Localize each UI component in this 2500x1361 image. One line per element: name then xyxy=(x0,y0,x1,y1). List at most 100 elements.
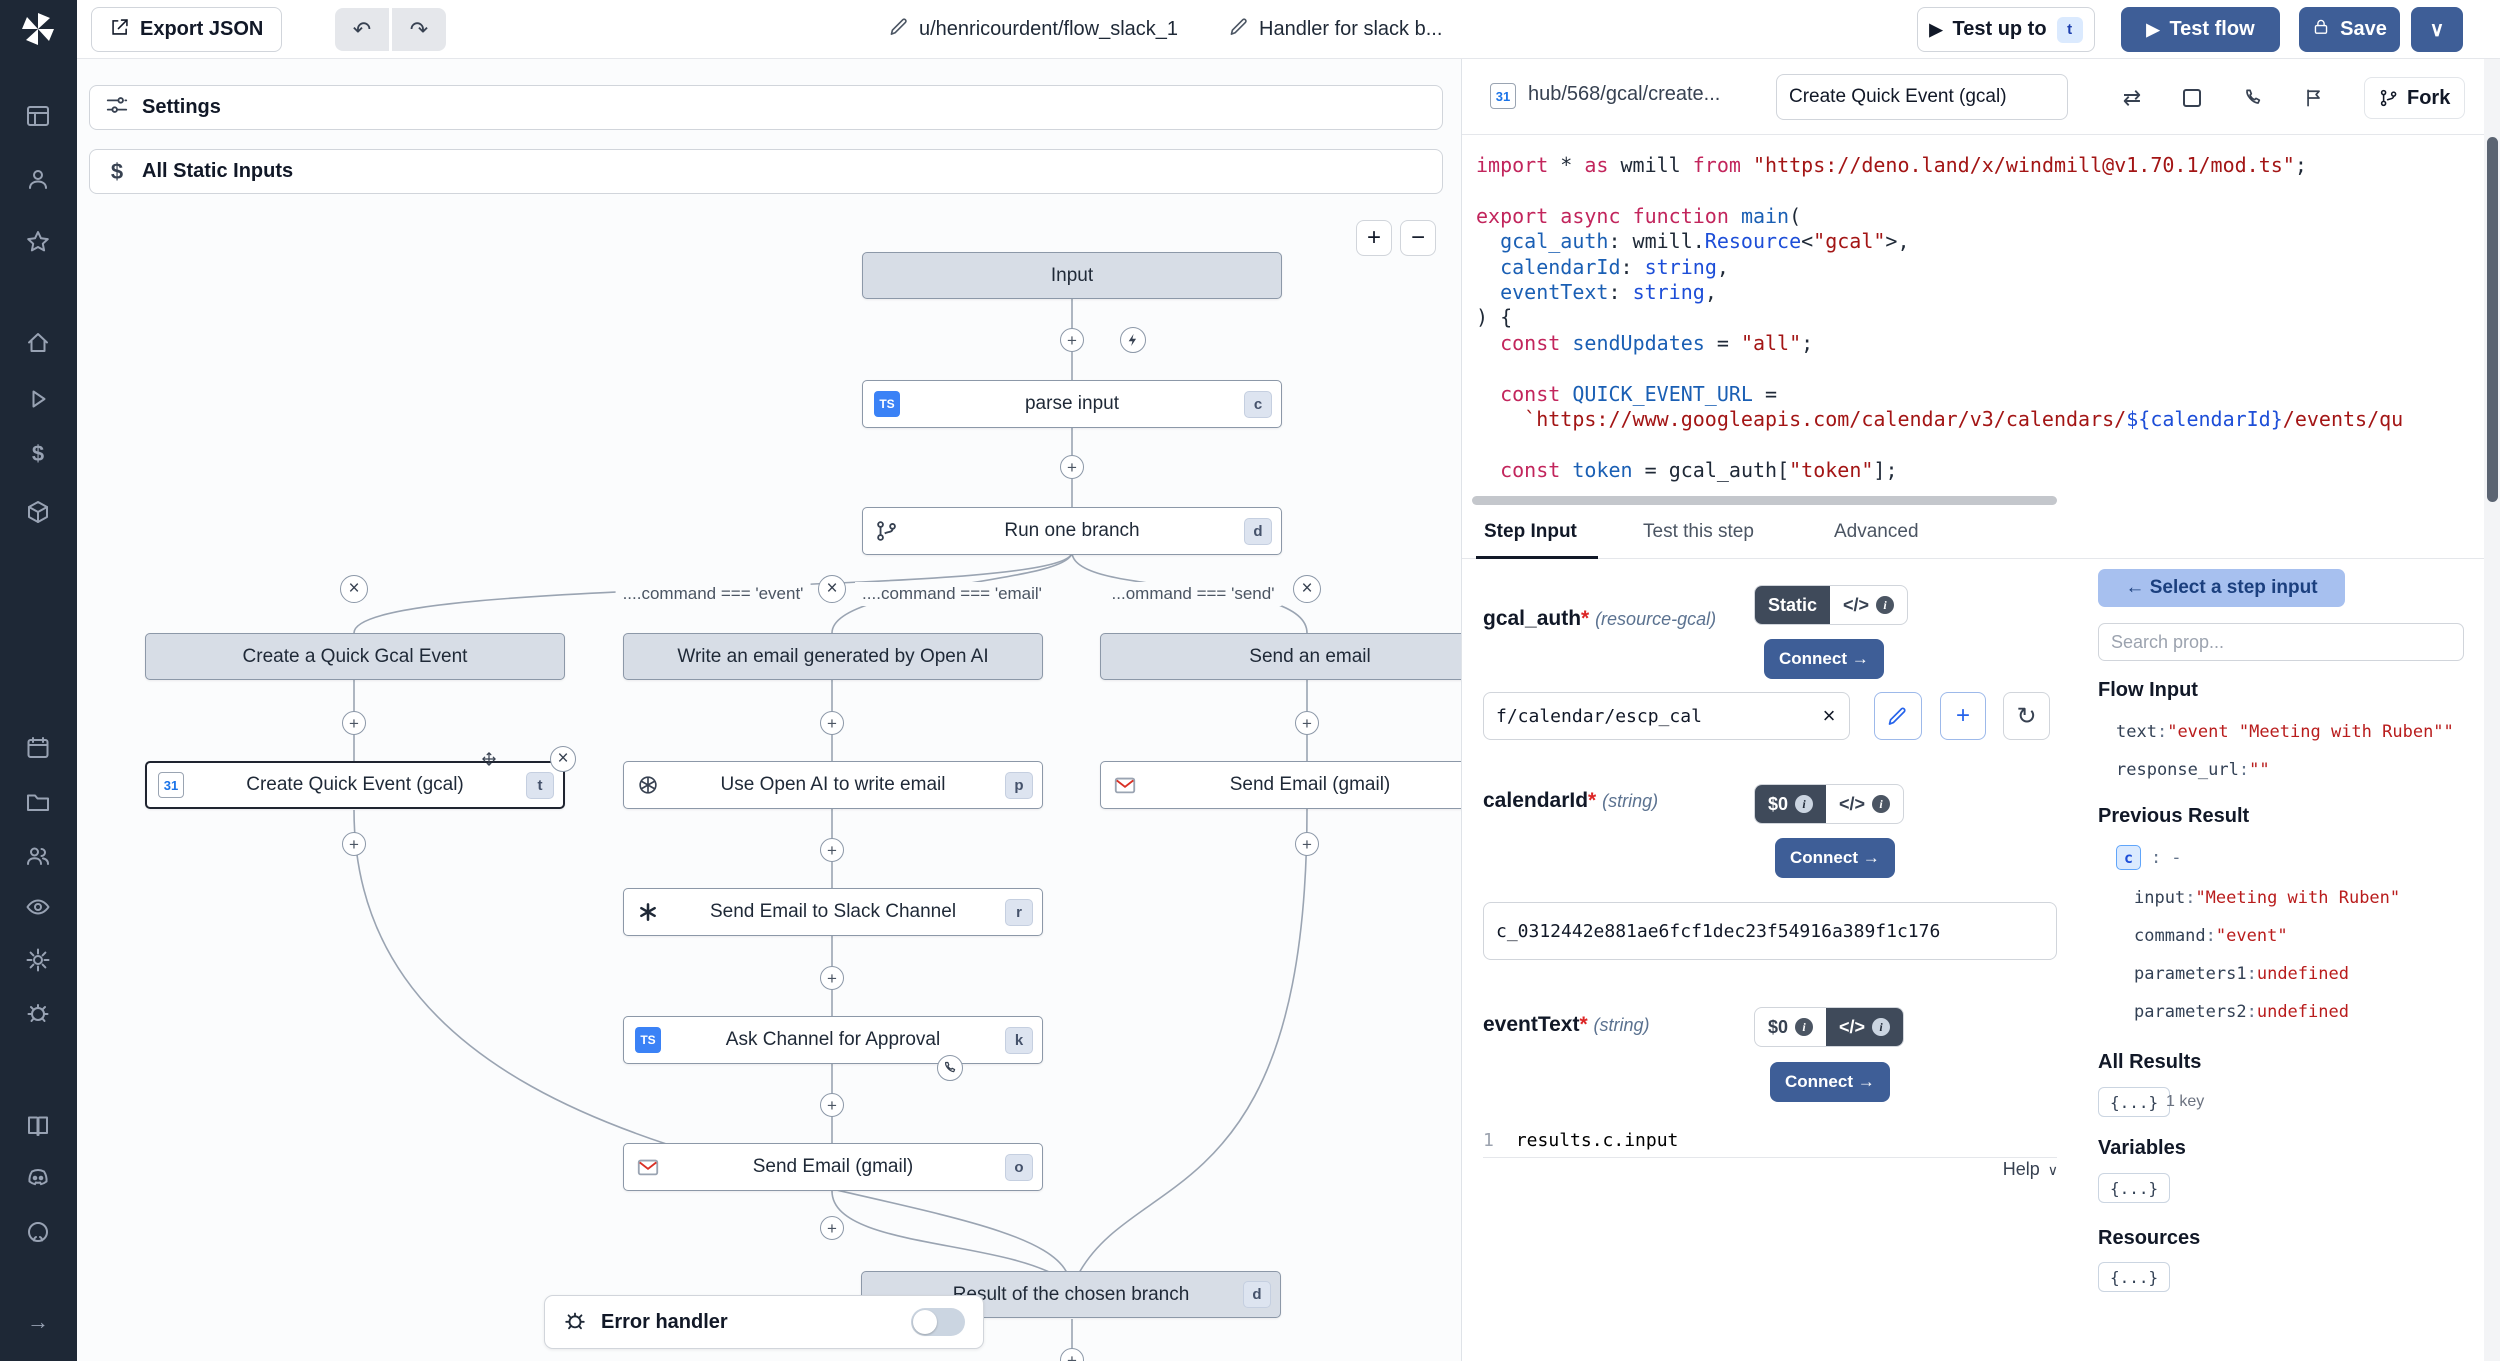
export-json-button[interactable]: Export JSON xyxy=(91,7,282,52)
flow-path-group[interactable]: u/henricourdent/flow_slack_1 xyxy=(889,0,1178,59)
user-icon[interactable] xyxy=(25,166,51,192)
suspend-phone-icon[interactable] xyxy=(937,1055,963,1081)
expr-mode-pill[interactable]: </>i xyxy=(1830,586,1907,624)
node-create-quick-event[interactable]: 31 Create Quick Event (gcal) t xyxy=(145,761,565,809)
remove-branch-1-button[interactable]: × xyxy=(340,575,368,603)
node-run-one-branch[interactable]: Run one branch d xyxy=(862,507,1282,555)
all-static-inputs-bar[interactable]: $ All Static Inputs xyxy=(89,149,1443,194)
add-step-button[interactable]: + xyxy=(342,711,366,735)
add-resource-button[interactable]: + xyxy=(1940,692,1986,740)
discord-icon[interactable] xyxy=(25,1165,51,1191)
tab-test-this-step[interactable]: Test this step xyxy=(1643,521,1754,543)
windmill-logo-icon[interactable] xyxy=(18,9,58,49)
remove-branch-3-button[interactable]: × xyxy=(1293,575,1321,603)
prop-row[interactable]: input : "Meeting with Ruben" xyxy=(2134,879,2400,917)
test-flow-button[interactable]: ▶ Test flow xyxy=(2121,7,2280,52)
gcal-auth-resource-input[interactable] xyxy=(1483,692,1850,740)
star-icon[interactable] xyxy=(25,229,51,255)
add-step-button[interactable]: + xyxy=(1295,711,1319,735)
undo-button[interactable]: ↶ xyxy=(335,8,389,51)
select-step-input-button[interactable]: ← Select a step input xyxy=(2098,569,2345,607)
prop-search-input[interactable] xyxy=(2098,623,2464,661)
node-send-email-slack[interactable]: Send Email to Slack Channel r xyxy=(623,888,1043,936)
node-openai-write-email[interactable]: Use Open AI to write email p xyxy=(623,761,1043,809)
schedules-calendar-icon[interactable] xyxy=(25,735,51,761)
flow-summary-group[interactable]: Handler for slack b... xyxy=(1229,0,1442,59)
save-dropdown-button[interactable]: ∨ xyxy=(2411,7,2463,52)
apps-grid-icon[interactable] xyxy=(25,103,51,129)
collapse-toggle[interactable]: - xyxy=(2171,848,2181,868)
zoom-out-button[interactable]: − xyxy=(1400,220,1436,256)
tab-advanced[interactable]: Advanced xyxy=(1834,521,1919,543)
event-text-expression-editor[interactable]: 1 results.c.input xyxy=(1483,1124,2057,1158)
static-mode-pill[interactable]: $0i xyxy=(1755,785,1826,823)
prop-row[interactable]: text : "event "Meeting with Ruben"" xyxy=(2116,713,2454,751)
phone-suspend-icon[interactable] xyxy=(2233,78,2273,118)
expr-mode-pill[interactable]: </>i xyxy=(1826,785,1903,823)
swap-icon[interactable]: ⇄ xyxy=(2112,78,2152,118)
node-flow-input[interactable]: Input xyxy=(862,252,1282,299)
docs-book-icon[interactable] xyxy=(25,1113,51,1139)
connect-event-text-button[interactable]: Connect → xyxy=(1770,1062,1890,1102)
resources-cube-icon[interactable] xyxy=(25,499,51,525)
add-step-button[interactable]: + xyxy=(820,1093,844,1117)
github-icon[interactable] xyxy=(25,1219,51,1245)
expand-editor-icon[interactable] xyxy=(2172,78,2212,118)
add-step-button[interactable]: + xyxy=(820,966,844,990)
code-horizontal-scrollbar[interactable] xyxy=(1472,496,2057,505)
variables-object-button[interactable]: {...} xyxy=(2098,1173,2170,1203)
folders-icon[interactable] xyxy=(25,789,51,815)
connect-calendar-id-button[interactable]: Connect → xyxy=(1775,838,1895,878)
add-step-button[interactable]: + xyxy=(820,1216,844,1240)
prop-row[interactable]: response_url : "" xyxy=(2116,751,2454,789)
add-step-button[interactable]: + xyxy=(820,711,844,735)
error-handler-toggle[interactable] xyxy=(911,1308,965,1336)
step-name-input[interactable] xyxy=(1776,74,2068,120)
node-send-email-gmail[interactable]: Send Email (gmail) o xyxy=(623,1143,1043,1191)
add-step-button[interactable]: + xyxy=(820,838,844,862)
redo-button[interactable]: ↷ xyxy=(392,8,446,51)
hub-script-path[interactable]: hub/568/gcal/create... xyxy=(1528,83,1720,106)
prop-row[interactable]: parameters2 : undefined xyxy=(2134,993,2400,1031)
expr-mode-pill[interactable]: </>i xyxy=(1826,1008,1903,1046)
resources-object-button[interactable]: {...} xyxy=(2098,1262,2170,1292)
node-send-email-gmail-3[interactable]: Send Email (gmail) xyxy=(1100,761,1461,809)
edit-resource-button[interactable] xyxy=(1874,692,1922,740)
node-branch2-header[interactable]: Write an email generated by Open AI xyxy=(623,633,1043,680)
node-branch1-header[interactable]: Create a Quick Gcal Event xyxy=(145,633,565,680)
add-step-button[interactable]: + xyxy=(1060,328,1084,352)
code-editor[interactable]: import * as wmill from "https://deno.lan… xyxy=(1476,153,2472,497)
add-step-button[interactable]: + xyxy=(1295,832,1319,856)
expand-sidebar-arrow-icon[interactable]: → xyxy=(25,1309,51,1335)
settings-gear-icon[interactable] xyxy=(25,947,51,973)
node-parse-input[interactable]: TS parse input c xyxy=(862,380,1282,428)
fork-button[interactable]: Fork xyxy=(2364,77,2465,119)
remove-branch-2-button[interactable]: × xyxy=(818,575,846,603)
static-mode-pill[interactable]: $0i xyxy=(1755,1008,1826,1046)
node-branch3-header[interactable]: Send an email xyxy=(1100,633,1461,680)
all-results-object-button[interactable]: {...} xyxy=(2098,1087,2170,1117)
runs-play-icon[interactable] xyxy=(25,386,51,412)
flow-canvas[interactable]: Settings $ All Static Inputs + − Input T… xyxy=(77,59,1461,1361)
connect-gcal-auth-button[interactable]: Connect → xyxy=(1764,639,1884,679)
add-step-button[interactable]: + xyxy=(342,832,366,856)
home-icon[interactable] xyxy=(25,330,51,356)
tab-step-input[interactable]: Step Input xyxy=(1484,521,1577,543)
groups-users-icon[interactable] xyxy=(25,843,51,869)
workers-bug-icon[interactable] xyxy=(25,999,51,1025)
refresh-resource-button[interactable]: ↻ xyxy=(2003,692,2050,740)
prop-row[interactable]: command : "event" xyxy=(2134,917,2400,955)
prop-row[interactable]: parameters1 : undefined xyxy=(2134,955,2400,993)
clear-resource-icon[interactable]: × xyxy=(1814,701,1844,731)
previous-step-badge-row[interactable]: c : - xyxy=(2116,845,2182,870)
add-step-button[interactable]: + xyxy=(1060,455,1084,479)
static-mode-pill[interactable]: Static xyxy=(1755,586,1830,624)
flag-icon[interactable] xyxy=(2294,78,2334,118)
trigger-bolt-icon[interactable] xyxy=(1120,327,1146,353)
delete-step-button[interactable]: × xyxy=(550,746,576,772)
node-ask-channel-approval[interactable]: TS Ask Channel for Approval k xyxy=(623,1016,1043,1064)
zoom-in-button[interactable]: + xyxy=(1356,220,1392,256)
variables-dollar-icon[interactable]: $ xyxy=(25,441,51,467)
test-up-to-button[interactable]: ▶ Test up to t xyxy=(1917,7,2095,52)
calendar-id-input[interactable] xyxy=(1483,902,2057,960)
